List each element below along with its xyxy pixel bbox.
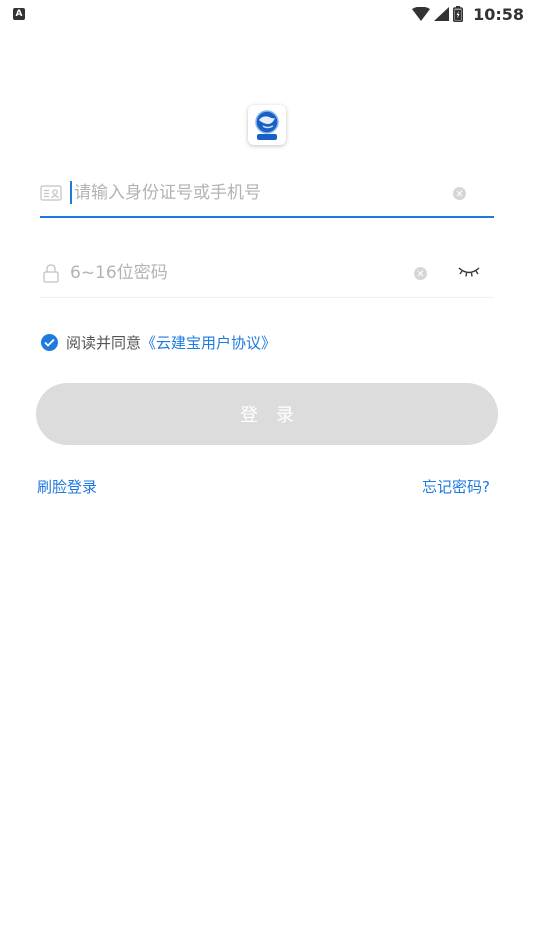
notification-icon: A [13,8,25,20]
clear-account-button[interactable] [453,187,466,200]
account-row [40,168,494,218]
agreement-row: 阅读并同意 《云建宝用户协议》 [41,332,276,352]
wifi-icon [412,7,431,21]
id-card-icon [40,185,62,201]
signal-icon [434,7,450,21]
login-button[interactable]: 登录 [36,383,498,445]
agreement-text: 阅读并同意 [66,333,142,352]
face-login-link[interactable]: 刷脸登录 [37,476,97,497]
password-row [40,248,494,298]
battery-icon [453,6,464,22]
text-cursor [70,181,72,204]
lock-icon [43,264,59,283]
app-logo-icon [248,105,286,145]
status-bar: A 10:58 [0,0,534,30]
user-agreement-link[interactable]: 《云建宝用户协议》 [141,332,276,353]
checkmark-icon [44,338,55,347]
clear-password-button[interactable] [414,267,427,280]
eye-closed-icon[interactable] [458,264,480,278]
account-input[interactable] [74,180,424,206]
password-input[interactable] [70,260,424,286]
clock: 10:58 [473,4,524,24]
status-icons: 10:58 [412,4,524,24]
forgot-password-link[interactable]: 忘记密码? [422,476,490,497]
agreement-checkbox[interactable] [41,333,58,351]
